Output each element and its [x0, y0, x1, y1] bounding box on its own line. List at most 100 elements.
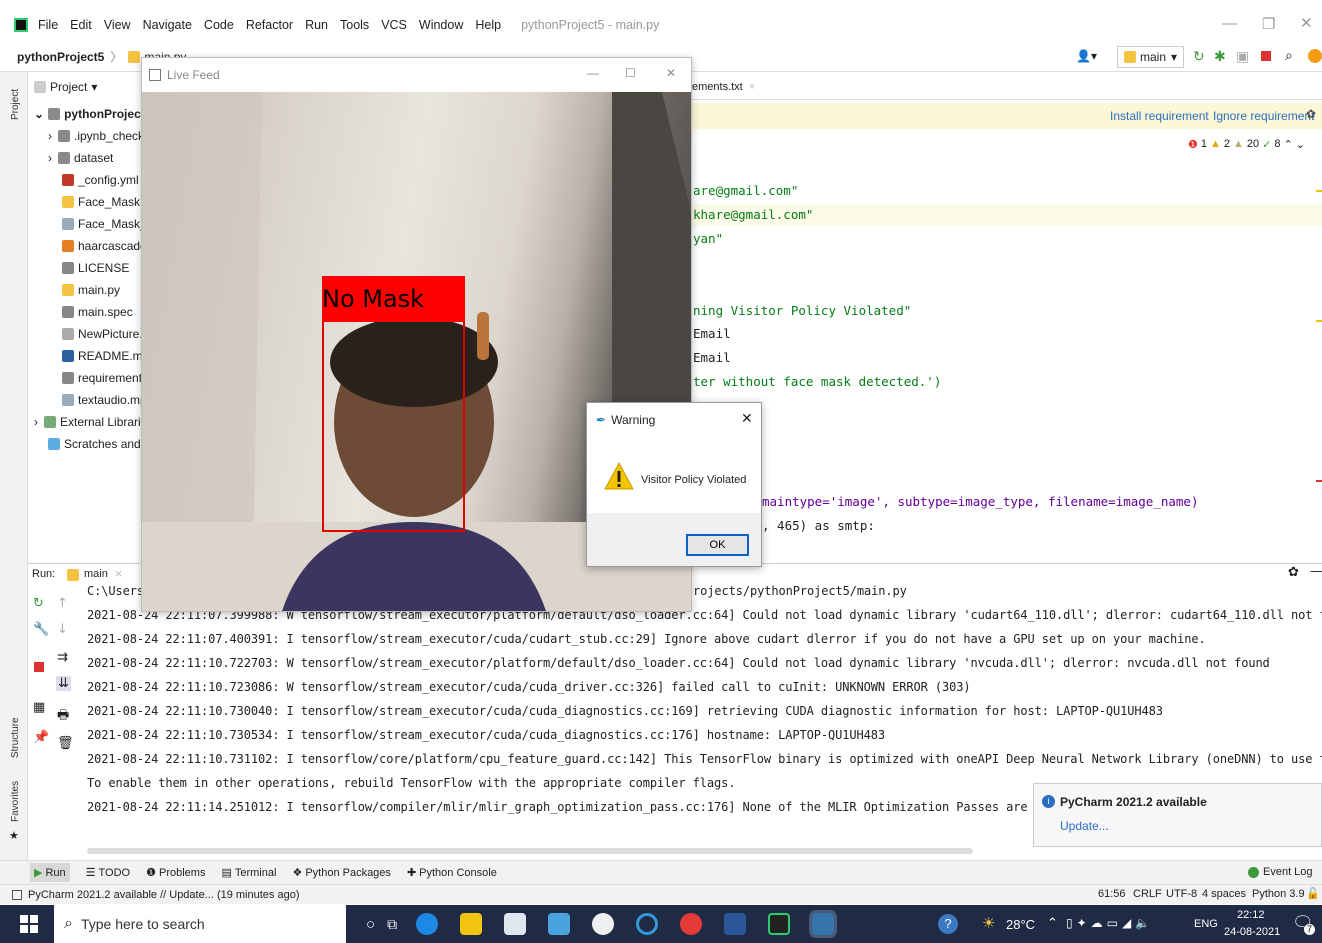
- tree-item-requirements[interactable]: requirements.: [62, 367, 151, 389]
- tree-item-readme[interactable]: README.md: [62, 345, 149, 367]
- chrome-icon[interactable]: [592, 913, 615, 935]
- indent-setting[interactable]: 4 spaces: [1202, 888, 1246, 900]
- debug-icon[interactable]: ✱: [1214, 48, 1226, 65]
- menu-window[interactable]: Window: [419, 18, 463, 32]
- update-icon[interactable]: [1308, 49, 1322, 63]
- pycharm-taskbar-icon[interactable]: [768, 913, 791, 935]
- scroll-end-icon[interactable]: ⇊: [56, 676, 71, 691]
- tool-tab-run[interactable]: ▶ Run: [30, 863, 70, 882]
- taskbar-search-box[interactable]: ⌕ Type here to search: [54, 905, 346, 943]
- minimize-icon[interactable]: —: [587, 66, 599, 80]
- layout-icon[interactable]: ▦: [33, 700, 45, 715]
- windows-start-icon[interactable]: [20, 915, 38, 933]
- tool-tab-problems[interactable]: ❶ Problems: [146, 866, 205, 880]
- menu-help[interactable]: Help: [475, 18, 501, 32]
- weather-icon[interactable]: ☀: [982, 914, 995, 932]
- lock-icon[interactable]: 🔓: [1306, 887, 1320, 900]
- run-tab[interactable]: main: [84, 568, 108, 580]
- menu-edit[interactable]: Edit: [70, 18, 92, 32]
- menu-file[interactable]: File: [38, 18, 58, 32]
- tree-item-newpicture[interactable]: NewPicture.jp: [62, 323, 152, 345]
- pin-icon[interactable]: 📌: [33, 730, 49, 745]
- user-icon[interactable]: 👤▾: [1076, 49, 1097, 63]
- install-requirement-link[interactable]: Install requirement: [1110, 109, 1209, 123]
- down-arrow-icon[interactable]: ↓: [57, 622, 68, 637]
- tree-item-config[interactable]: _config.yml: [62, 169, 139, 191]
- tree-item-license[interactable]: LICENSE: [62, 257, 129, 279]
- search-icon[interactable]: ⌕: [1285, 47, 1293, 64]
- clock-date[interactable]: 24-08-2021: [1224, 926, 1280, 938]
- menu-tools[interactable]: Tools: [340, 18, 369, 32]
- event-log-button[interactable]: Event Log: [1248, 866, 1313, 878]
- line-separator[interactable]: CRLF: [1133, 888, 1162, 900]
- mail-icon[interactable]: [548, 913, 571, 935]
- menu-view[interactable]: View: [104, 18, 131, 32]
- chevron-up-icon[interactable]: ⌃: [1284, 138, 1293, 151]
- opera-icon[interactable]: [680, 913, 703, 935]
- tree-item-ipynb[interactable]: › .ipynb_checkp: [48, 125, 151, 147]
- breadcrumb-project[interactable]: pythonProject5: [17, 50, 104, 64]
- tool-tab-todo[interactable]: ☰ TODO: [86, 866, 130, 880]
- live-feed-titlebar[interactable]: Live Feed — ☐ ✕: [142, 58, 691, 92]
- project-panel-header[interactable]: Project ▾: [34, 76, 97, 98]
- stop-icon[interactable]: [34, 662, 44, 672]
- clock-time[interactable]: 22:12: [1237, 909, 1265, 921]
- tool-tab-python-packages[interactable]: ❖ Python Packages: [292, 866, 391, 880]
- run-config-selector[interactable]: main ▾: [1117, 46, 1185, 68]
- trash-icon[interactable]: 🗑: [57, 736, 74, 751]
- tree-item-main-py[interactable]: main.py: [62, 279, 120, 301]
- editor-tab[interactable]: ements.txt: [692, 81, 743, 93]
- tree-item-main-spec[interactable]: main.spec: [62, 301, 133, 323]
- tray-chevron-up-icon[interactable]: ⌃: [1047, 915, 1058, 931]
- weather-temp[interactable]: 28°C: [1006, 917, 1035, 932]
- tray-icons[interactable]: ▯✦☁▭◢🔈: [1066, 916, 1154, 930]
- menu-code[interactable]: Code: [204, 18, 234, 32]
- structure-tool-tab[interactable]: Structure: [10, 717, 21, 758]
- help-icon[interactable]: ?: [938, 914, 958, 934]
- chevron-down-icon[interactable]: ⌄: [1296, 138, 1305, 151]
- store-icon[interactable]: [504, 913, 527, 935]
- gear-icon[interactable]: ✿: [1288, 565, 1299, 580]
- ignore-requirement-link[interactable]: Ignore requirement: [1213, 109, 1314, 123]
- tree-item-textaudio[interactable]: textaudio.mp: [62, 389, 147, 411]
- wrench-icon[interactable]: 🔧: [33, 622, 49, 637]
- print-icon[interactable]: 🖶: [57, 706, 69, 728]
- rerun-icon[interactable]: ↻: [33, 596, 44, 611]
- inspection-widget[interactable]: ❶1 ▲ 2 ▲ 20 ✓ 8 ⌃ ⌄: [1188, 138, 1305, 151]
- warning-titlebar[interactable]: ✒ Warning ✕: [587, 403, 761, 437]
- gear-icon[interactable]: ✿: [1306, 107, 1316, 121]
- minimize-icon[interactable]: —: [1222, 15, 1237, 32]
- ok-button[interactable]: OK: [686, 534, 749, 556]
- tree-root[interactable]: ⌄ pythonProject5: [34, 103, 151, 125]
- menu-run[interactable]: Run: [305, 18, 328, 32]
- favorites-tool-tab[interactable]: Favorites: [10, 781, 21, 822]
- coverage-icon[interactable]: ▣: [1236, 48, 1249, 65]
- stop-icon[interactable]: [1261, 51, 1271, 61]
- tree-item-external-libraries[interactable]: › External Libraries: [34, 411, 153, 433]
- run-horizontal-scrollbar[interactable]: [87, 848, 973, 854]
- maximize-icon[interactable]: ☐: [625, 66, 636, 80]
- menu-vcs[interactable]: VCS: [381, 18, 407, 32]
- close-icon[interactable]: ✕: [741, 410, 753, 427]
- python-taskbar-icon[interactable]: [809, 910, 838, 938]
- python-interpreter[interactable]: Python 3.9: [1252, 888, 1305, 900]
- up-arrow-icon[interactable]: ↑: [57, 596, 68, 611]
- close-icon[interactable]: ✕: [1300, 14, 1313, 32]
- cortana-circle-icon[interactable]: [636, 913, 659, 935]
- tool-tab-terminal[interactable]: ▤ Terminal: [221, 866, 276, 880]
- menu-refactor[interactable]: Refactor: [246, 18, 293, 32]
- soft-wrap-icon[interactable]: ⇉: [57, 650, 68, 665]
- tab-close-icon[interactable]: ×: [749, 81, 755, 93]
- update-link[interactable]: Update...: [1060, 819, 1109, 833]
- file-explorer-icon[interactable]: [460, 913, 483, 935]
- cortana-icon[interactable]: ○: [366, 916, 375, 933]
- tree-item-dataset[interactable]: › dataset: [48, 147, 113, 169]
- status-message[interactable]: PyCharm 2021.2 available // Update... (1…: [28, 889, 299, 901]
- edge-icon[interactable]: [416, 913, 439, 935]
- status-square-icon[interactable]: [12, 889, 22, 900]
- language-indicator[interactable]: ENG: [1194, 918, 1218, 930]
- tool-tab-python-console[interactable]: ✚ Python Console: [407, 866, 497, 880]
- file-encoding[interactable]: UTF-8: [1166, 888, 1197, 900]
- project-tool-tab[interactable]: Project: [10, 89, 21, 120]
- menu-navigate[interactable]: Navigate: [143, 18, 192, 32]
